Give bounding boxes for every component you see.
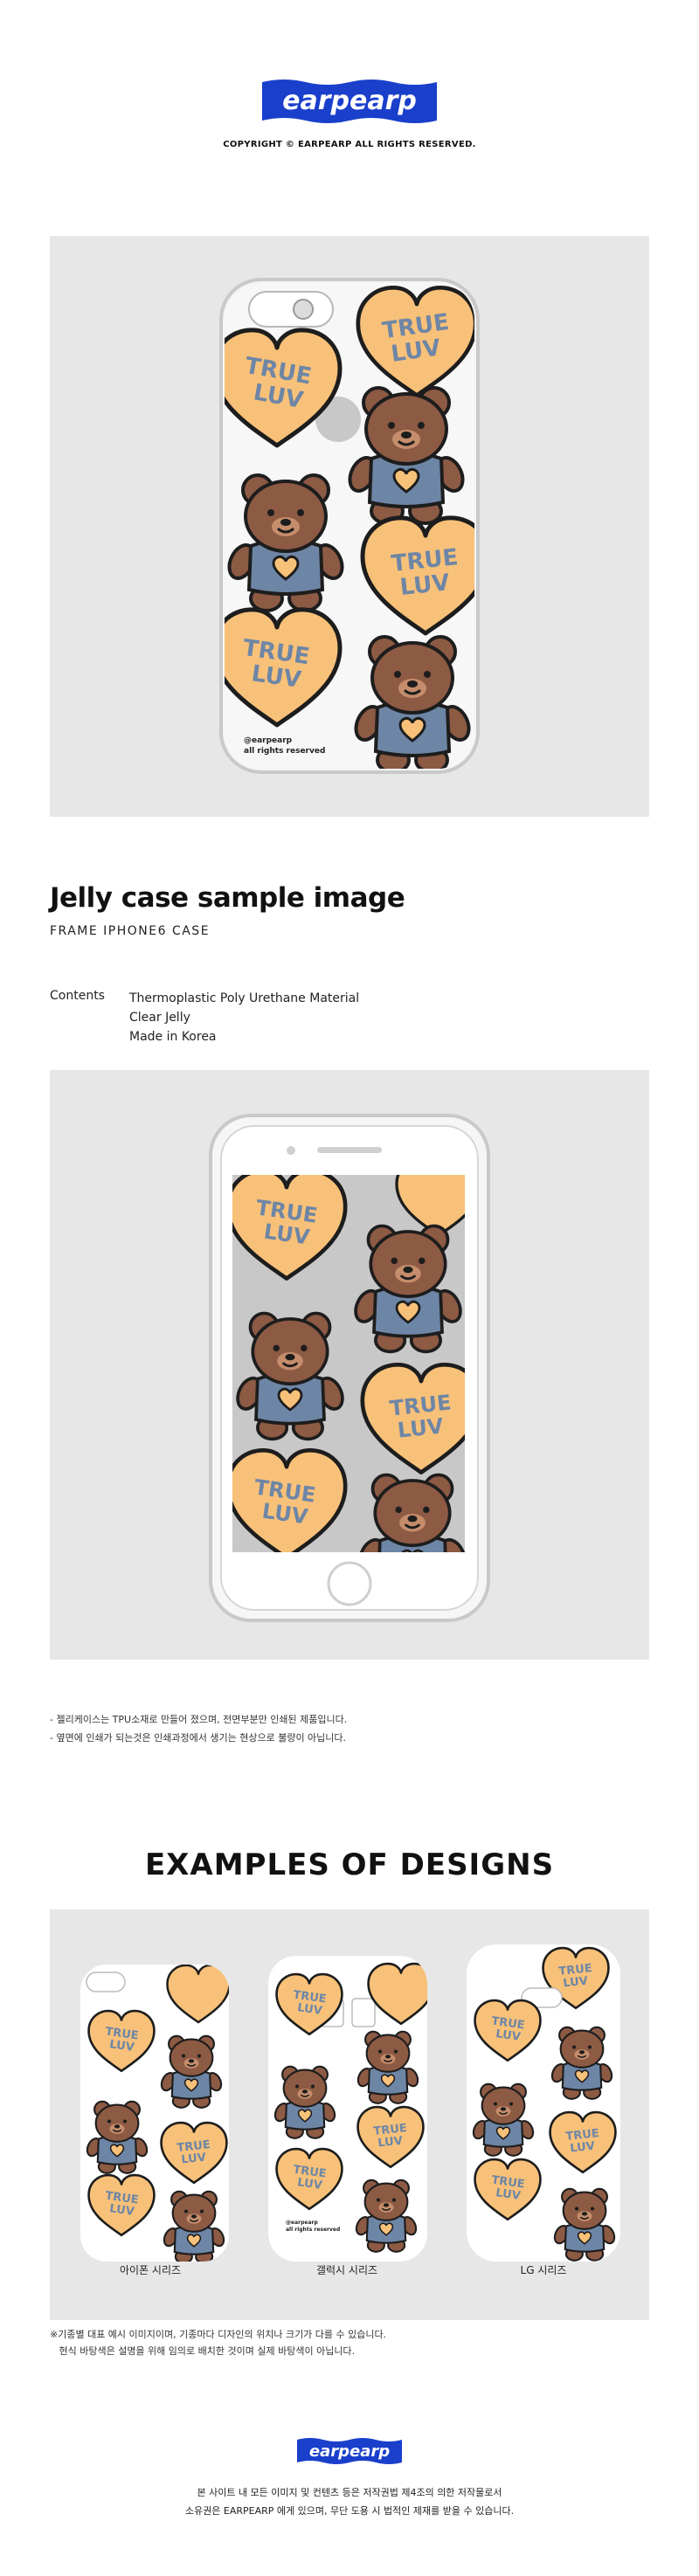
watermark-line2: all rights reserved bbox=[244, 747, 325, 756]
brand-logo: earpearp bbox=[262, 79, 437, 123]
contents-list: Thermoplastic Poly Urethane Material Cle… bbox=[129, 989, 359, 1046]
note-line: - 젤리케이스는 TPU소재로 만들어 졌으며, 전면부분만 인쇄된 제품입니다… bbox=[50, 1714, 348, 1725]
camera-cutout-icon bbox=[248, 291, 334, 328]
example-label-iphone: 아이폰 시리즈 bbox=[119, 2264, 182, 2276]
product-title: Jelly case sample image bbox=[50, 882, 405, 914]
examples-illustration: TRUE LUV TRUE LUV TRUE LUV TRUE LUV TRUE… bbox=[80, 1944, 620, 2262]
examples-panel: TRUE LUV TRUE LUV TRUE LUV TRUE LUV TRUE… bbox=[50, 1910, 649, 2320]
disclaimer: ※기종별 대표 예시 이미지이며, 기종마다 디자인의 위치나 크기가 다를 수… bbox=[50, 2326, 386, 2359]
notes: - 젤리케이스는 TPU소재로 만들어 졌으며, 전면부분만 인쇄된 제품입니다… bbox=[50, 1710, 347, 1747]
note-line: - 옆면에 인쇄가 되는것은 인쇄과정에서 생기는 현상으로 불량이 아닙니다. bbox=[50, 1732, 347, 1744]
iphone-example-case: TRUE LUV TRUE LUV TRUE LUV bbox=[80, 1965, 229, 2262]
contents-item: Made in Korea bbox=[129, 1030, 217, 1044]
brand-logo-text: earpearp bbox=[282, 86, 417, 116]
disclaimer-line: 현식 바탕색은 설명을 위해 임의로 배치한 것이며 실제 바탕색이 아닙니다. bbox=[50, 2345, 356, 2357]
case-back-illustration: TRUE LUV TRUE LUV TRUE LUV TRUE LUV @ear… bbox=[219, 278, 480, 774]
disclaimer-line: ※기종별 대표 예시 이미지이며, 기종마다 디자인의 위치나 크기가 다를 수… bbox=[50, 2329, 387, 2340]
svg-text:LUV: LUV bbox=[377, 2135, 404, 2151]
svg-text:LUV: LUV bbox=[398, 570, 451, 601]
svg-text:all rights reserved: all rights reserved bbox=[286, 2227, 340, 2233]
footer-line: 소유권은 EARPEARP 에게 있으며, 무단 도용 시 법적인 제재를 받을… bbox=[184, 2505, 515, 2517]
copyright-text: COPYRIGHT © EARPEARP ALL RIGHTS RESERVED… bbox=[223, 140, 476, 149]
footer-logo-text: earpearp bbox=[309, 2442, 390, 2461]
product-subtitle: FRAME IPHONE6 CASE bbox=[50, 924, 211, 938]
galaxy-example-case: TRUE LUV TRUE LUV TRUE LUV @earpearp all… bbox=[268, 1956, 427, 2262]
contents-item: Thermoplastic Poly Urethane Material bbox=[129, 991, 360, 1005]
example-label-galaxy: 갤럭시 시리즈 bbox=[315, 2264, 378, 2276]
svg-text:LUV: LUV bbox=[181, 2151, 207, 2167]
watermark-line1: @earpearp bbox=[244, 736, 293, 745]
home-button-icon bbox=[327, 1561, 372, 1606]
speaker-icon bbox=[317, 1147, 382, 1153]
examples-title: EXAMPLES OF DESIGNS bbox=[144, 1847, 555, 1882]
contents-label: Contents bbox=[50, 989, 105, 1003]
product-front-panel: TRUE LUV TRUE LUV TRUE LUV bbox=[50, 1070, 649, 1660]
svg-text:LUV: LUV bbox=[563, 1975, 589, 1991]
svg-text:@earpearp: @earpearp bbox=[286, 2220, 318, 2226]
svg-text:LUV: LUV bbox=[570, 2140, 596, 2156]
contents-item: Clear Jelly bbox=[129, 1011, 190, 1025]
footer-logo: earpearp bbox=[297, 2438, 402, 2464]
product-image-panel: TRUE LUV TRUE LUV TRUE LUV TRUE LUV @ear… bbox=[50, 236, 649, 817]
case-front-illustration: TRUE LUV TRUE LUV TRUE LUV bbox=[209, 1114, 490, 1622]
footer-line: 본 사이트 내 모든 이미지 및 컨텐츠 등은 저작권법 제4조의 의한 저작물… bbox=[197, 2487, 502, 2498]
front-camera-icon bbox=[287, 1146, 295, 1155]
footer-text: 본 사이트 내 모든 이미지 및 컨텐츠 등은 저작권법 제4조의 의한 저작물… bbox=[0, 2483, 699, 2520]
lg-example-case: TRUE LUV TRUE LUV TRUE LUV TRUE LUV bbox=[467, 1944, 620, 2262]
svg-text:LUV: LUV bbox=[397, 1413, 446, 1442]
example-label-lg: LG 시리즈 bbox=[520, 2264, 567, 2276]
